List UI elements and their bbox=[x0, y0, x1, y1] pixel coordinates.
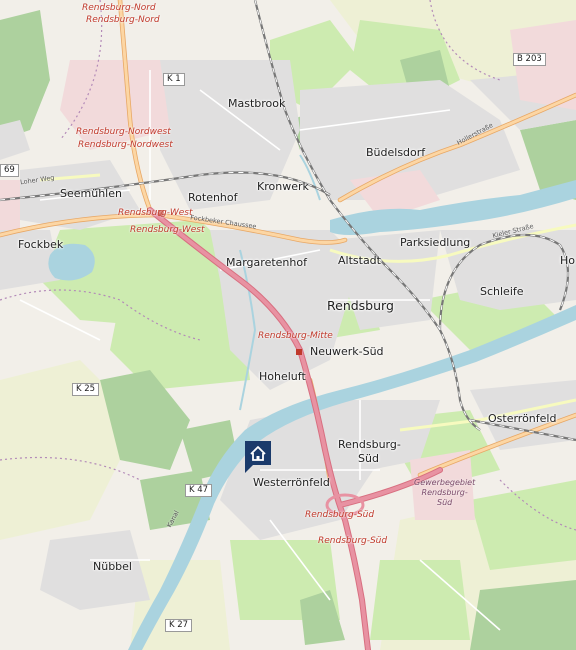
place-label-osterroenfeld: Osterrönfeld bbox=[488, 412, 557, 425]
industrial-label-line-2: Rendsburg- bbox=[421, 488, 468, 497]
road-shield-k1: K 1 bbox=[163, 73, 185, 86]
place-label-hoheluft: Hoheluft bbox=[259, 370, 306, 383]
place-label-rendsburg-sued-2: Süd bbox=[358, 452, 379, 465]
station-label-nordwest-2: Rendsburg-Nordwest bbox=[78, 140, 173, 150]
place-label-margaretenhof: Margaretenhof bbox=[226, 256, 307, 269]
home-icon bbox=[245, 441, 271, 473]
place-label-altstadt: Altstadt bbox=[338, 254, 381, 267]
place-label-budelsdorf: Büdelsdorf bbox=[366, 146, 426, 159]
place-label-ho: Ho bbox=[560, 254, 576, 267]
station-label-west-1: Rendsburg-West bbox=[118, 208, 193, 218]
road-shield-k27: K 27 bbox=[165, 619, 193, 632]
place-label-fockbek: Fockbek bbox=[18, 238, 64, 251]
road-shield-b203: B 203 bbox=[513, 53, 546, 66]
station-label-nord-1: Rendsburg-Nord bbox=[82, 3, 156, 13]
road-shield-k47: K 47 bbox=[185, 484, 213, 497]
road-shield-k25: K 25 bbox=[72, 383, 100, 396]
station-label-nordwest-1: Rendsburg-Nordwest bbox=[76, 127, 171, 137]
place-label-rendsburg-sued-1: Rendsburg- bbox=[338, 438, 401, 451]
map-view[interactable]: Mastbrook Büdelsdorf Kronwerk Rotenhof S… bbox=[0, 0, 576, 650]
industrial-label-line-3: Süd bbox=[437, 498, 453, 507]
place-label-rotenhof: Rotenhof bbox=[188, 191, 238, 204]
industrial-label-line-1: Gewerbegebiet bbox=[414, 478, 476, 487]
place-label-neuwerk-sued: Neuwerk-Süd bbox=[310, 345, 384, 358]
station-label-mitte: Rendsburg-Mitte bbox=[258, 331, 333, 341]
place-label-mastbrook: Mastbrook bbox=[228, 97, 286, 110]
place-label-seemuehlen: Seemühlen bbox=[60, 187, 122, 200]
place-label-westerroenfeld: Westerrönfeld bbox=[253, 476, 330, 489]
place-label-schleife: Schleife bbox=[480, 285, 524, 298]
industrial-area-label: Gewerbegebiet Rendsburg- Süd bbox=[414, 478, 475, 508]
station-label-sued-1: Rendsburg-Süd bbox=[305, 510, 375, 520]
home-location-marker[interactable] bbox=[245, 441, 271, 473]
station-label-sued-2: Rendsburg-Süd bbox=[318, 536, 388, 546]
place-label-nuebbel: Nübbel bbox=[93, 560, 132, 573]
place-label-parksiedlung: Parksiedlung bbox=[400, 236, 471, 249]
place-label-kronwerk: Kronwerk bbox=[257, 180, 309, 193]
map-base-layer bbox=[0, 0, 576, 650]
station-label-west-2: Rendsburg-West bbox=[130, 225, 205, 235]
road-shield-69: 69 bbox=[0, 164, 19, 177]
station-label-nord-2: Rendsburg-Nord bbox=[86, 15, 160, 25]
place-label-rendsburg: Rendsburg bbox=[327, 298, 394, 313]
